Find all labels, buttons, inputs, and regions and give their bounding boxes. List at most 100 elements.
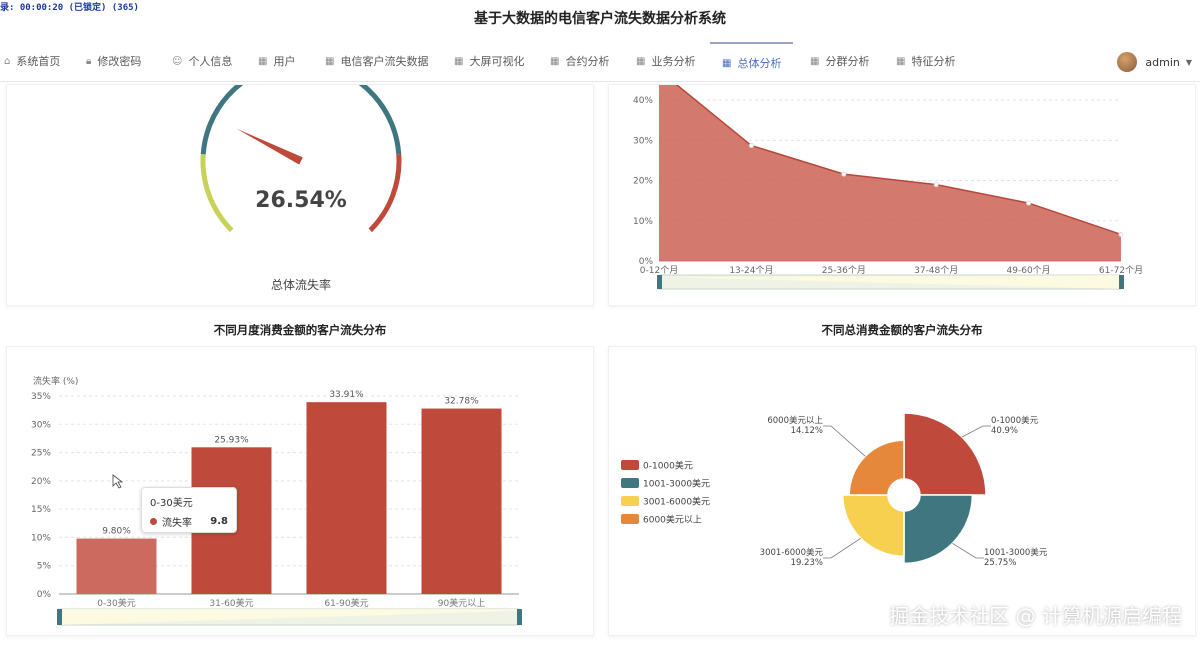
- label-leader-line: [823, 425, 866, 457]
- x-tick-label: 37-48个月: [914, 265, 958, 276]
- nav-item-label: 系统首页: [16, 55, 61, 68]
- slice-percent-label: 14.12%: [791, 426, 823, 436]
- label-leader-line: [961, 425, 991, 438]
- legend-swatch[interactable]: [621, 496, 639, 506]
- y-tick-label: 10%: [31, 533, 51, 543]
- grid-icon: ▦: [325, 55, 335, 67]
- nav-item-business-analysis[interactable]: ▦ 业务分析: [636, 42, 695, 80]
- top-nav: ⌂ 系统首页 🔒︎ 修改密码 ☺ 个人信息 ▦ 用户 ▦ 电信客户流失数据 ▦ …: [0, 42, 1200, 82]
- x-tick-label: 61-72个月: [1099, 265, 1143, 276]
- legend-label[interactable]: 1001-3000美元: [643, 478, 710, 490]
- nav-item-home[interactable]: ⌂ 系统首页: [4, 42, 60, 80]
- tenure-chart-panel: 0% 10% 20% 30% 40% 0-12个月 13-24个月 25-36个月 37-48…: [608, 67, 1196, 306]
- bar-tooltip: 0-30美元 流失率 9.8: [141, 487, 237, 533]
- grid-icon: ▦: [258, 55, 268, 67]
- data-point[interactable]: [1026, 200, 1032, 206]
- legend-label[interactable]: 6000美元以上: [643, 514, 702, 526]
- bar-value-label: 25.93%: [214, 435, 249, 445]
- grid-icon: ▦: [896, 55, 906, 67]
- zoom-handle-right[interactable]: [1119, 275, 1124, 289]
- nav-item-overall-analysis[interactable]: ▦ 总体分析: [710, 42, 794, 82]
- y-tick-label: 10%: [633, 217, 653, 227]
- lock-icon: 🔒︎: [86, 55, 92, 67]
- gauge-arc-low: [200, 153, 234, 233]
- gauge-chart: 26.54% 总体流失率: [200, 62, 402, 292]
- gauge-needle: [236, 128, 303, 165]
- bar-value-label: 32.78%: [444, 397, 479, 407]
- legend-swatch[interactable]: [621, 460, 639, 470]
- y-tick-label: 25%: [31, 449, 51, 459]
- tenure-datazoom[interactable]: [657, 274, 1124, 290]
- nav-item-label: 总体分析: [737, 57, 782, 70]
- tooltip-series: 流失率: [162, 518, 192, 529]
- user-menu[interactable]: admin ▼: [1117, 48, 1192, 76]
- label-leader-line: [823, 537, 861, 559]
- nav-item-users[interactable]: ▦ 用户: [258, 42, 295, 80]
- bar-value-label: 9.80%: [102, 527, 131, 537]
- y-tick-label: 0%: [37, 590, 52, 600]
- legend-label[interactable]: 0-1000美元: [643, 460, 693, 472]
- pie-slice[interactable]: [841, 494, 905, 558]
- zoom-handle-left[interactable]: [657, 275, 662, 289]
- nav-item-label: 特征分析: [911, 55, 956, 68]
- y-tick-label: 30%: [31, 420, 51, 430]
- label-leader-line: [952, 543, 984, 559]
- tenure-area: [659, 70, 1121, 261]
- grid-icon: ▦: [550, 55, 560, 67]
- total-chart-title: 不同总消费金额的客户流失分布: [821, 323, 983, 337]
- data-point[interactable]: [841, 171, 847, 177]
- pie-slice[interactable]: [903, 412, 987, 496]
- tenure-area-chart: 0%10%20%30%40% 0-12个月 13-24个月 25-36个月 37-48…: [633, 67, 1143, 290]
- bar-value-label: 33.91%: [329, 390, 364, 400]
- y-tick-label: 35%: [31, 392, 51, 402]
- nav-item-label: 大屏可视化: [469, 55, 525, 68]
- x-tick-label: 0-30美元: [97, 597, 135, 609]
- monthly-chart-panel: 流失率 (%) 0% 5% 10% 15% 20% 25% 30% 35% 9.80% 25.9…: [6, 346, 594, 636]
- legend-swatch[interactable]: [621, 478, 639, 488]
- avatar: [1117, 52, 1138, 72]
- chevron-down-icon: ▼: [1185, 57, 1192, 67]
- legend-label[interactable]: 3001-6000美元: [643, 496, 710, 508]
- y-tick-label: 5%: [37, 562, 52, 572]
- nav-item-label: 用户: [273, 55, 296, 68]
- nav-item-feature-analysis[interactable]: ▦ 特征分析: [896, 42, 955, 80]
- legend-swatch[interactable]: [621, 514, 639, 524]
- nav-item-segment-analysis[interactable]: ▦ 分群分析: [810, 42, 869, 80]
- data-point[interactable]: [748, 143, 754, 149]
- pie-slice[interactable]: [848, 439, 905, 496]
- bar-datazoom[interactable]: [57, 608, 522, 626]
- nav-item-label: 电信客户流失数据: [340, 55, 429, 68]
- data-point[interactable]: [1118, 231, 1124, 237]
- zoom-handle-right[interactable]: [517, 609, 522, 625]
- nav-item-label: 分群分析: [825, 55, 870, 68]
- data-point[interactable]: [933, 182, 939, 188]
- bar[interactable]: [76, 538, 157, 594]
- grid-icon: ▦: [636, 55, 646, 67]
- nav-item-contract-analysis[interactable]: ▦ 合约分析: [550, 42, 609, 80]
- x-tick-label: 0-12个月: [640, 265, 678, 276]
- user-icon: ☺: [172, 55, 183, 67]
- x-tick-label: 13-24个月: [729, 265, 773, 276]
- nav-item-profile[interactable]: ☺ 个人信息: [172, 42, 232, 80]
- zoom-handle-left[interactable]: [57, 609, 62, 625]
- bar[interactable]: [421, 408, 502, 594]
- x-tick-label: 61-90美元: [324, 597, 368, 609]
- slice-name-label: 6000美元以上: [767, 415, 823, 426]
- nav-item-label: 业务分析: [651, 55, 696, 68]
- nav-item-big-screen[interactable]: ▦ 大屏可视化: [454, 42, 524, 80]
- slice-name-label: 0-1000美元: [991, 415, 1039, 426]
- bar[interactable]: [306, 402, 387, 594]
- y-tick-label: 30%: [633, 136, 653, 146]
- bar-y-axis-label: 流失率 (%): [33, 375, 78, 387]
- app-title: 基于大数据的电信客户流失数据分析系统: [474, 11, 726, 27]
- nav-item-churn-data[interactable]: ▦ 电信客户流失数据: [325, 42, 428, 80]
- grid-icon: ▦: [722, 57, 732, 69]
- gauge-arc-high: [368, 153, 402, 233]
- nav-item-change-password[interactable]: 🔒︎ 修改密码: [86, 42, 141, 80]
- pie-slice[interactable]: [903, 494, 974, 565]
- grid-icon: ▦: [454, 55, 464, 67]
- mouse-cursor-icon: [112, 474, 124, 489]
- user-name: admin: [1145, 55, 1180, 69]
- y-tick-label: 20%: [31, 477, 51, 487]
- slice-percent-label: 40.9%: [991, 426, 1018, 436]
